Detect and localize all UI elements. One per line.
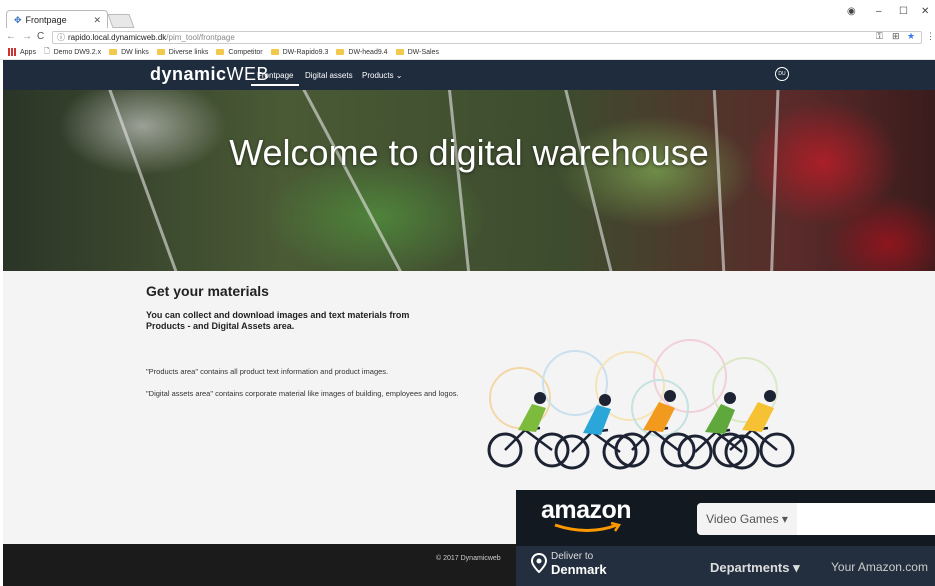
folder-icon <box>270 49 279 55</box>
folder-icon <box>109 49 118 55</box>
folder-icon <box>216 49 225 55</box>
folder-icon <box>156 49 165 55</box>
digital-assets-text: "Digital assets area" contains corporate… <box>146 389 459 398</box>
forward-icon[interactable]: → <box>22 31 32 42</box>
nav-products[interactable]: Products ⌄ <box>362 71 403 80</box>
products-area-text: "Products area" contains all product tex… <box>146 367 389 376</box>
bookmark-apps[interactable]: Apps <box>8 48 36 56</box>
amazon-smile-icon <box>554 522 622 532</box>
departments-menu[interactable]: Departments ▾ <box>710 560 800 576</box>
bookmark-star-icon[interactable]: ★ <box>907 31 915 42</box>
browser-tab[interactable]: ✥ Frontpage ✕ <box>6 10 108 29</box>
section-heading: Get your materials <box>146 283 269 299</box>
new-tab-button[interactable] <box>107 14 135 28</box>
cyclists-illustration <box>487 339 795 470</box>
profile-icon[interactable]: ◉ <box>847 6 856 17</box>
bookmark-competitor[interactable]: Competitor <box>216 49 263 56</box>
bookmark-dw-links[interactable]: DW links <box>109 49 149 56</box>
deliver-country[interactable]: Denmark <box>551 562 607 577</box>
hero-title: Welcome to digital warehouse <box>229 132 709 173</box>
copyright-text: © 2017 Dynamicweb <box>436 555 501 562</box>
folder-icon <box>336 49 345 55</box>
browser-tab-strip <box>0 0 935 29</box>
close-tab-icon[interactable]: ✕ <box>93 15 101 26</box>
location-pin-icon <box>531 553 547 573</box>
menu-icon[interactable]: ⋮ <box>926 31 935 42</box>
amazon-logo[interactable]: amazon <box>541 496 632 525</box>
maximize-icon[interactable]: ☐ <box>899 6 908 17</box>
tab-title: Frontpage <box>25 15 67 25</box>
minimize-icon[interactable]: – <box>876 6 882 17</box>
bookmark-dw-rapido[interactable]: DW-Rapido9.3 <box>270 49 328 56</box>
back-icon[interactable]: ← <box>6 31 16 42</box>
dynamicweb-logo[interactable]: dynamicWEB <box>150 64 269 85</box>
site-navbar <box>3 60 935 90</box>
search-category-select[interactable]: Video Games ▾ <box>697 503 797 535</box>
nav-frontpage[interactable]: Frontpage <box>250 71 301 86</box>
url-input[interactable]: ⓘ rapido.local.dynamicweb.dk/pim_tool/fro… <box>52 31 922 44</box>
nav-digital-assets[interactable]: Digital assets <box>305 71 353 80</box>
reload-icon[interactable]: C <box>37 31 44 42</box>
url-path: /pim_tool/frontpage <box>166 33 235 42</box>
close-window-icon[interactable]: ✕ <box>921 6 929 17</box>
deliver-to-label[interactable]: Deliver to <box>551 551 593 562</box>
your-amazon-link[interactable]: Your Amazon.com <box>831 560 928 574</box>
user-avatar[interactable]: DU <box>775 67 789 81</box>
bookmark-diverse-links[interactable]: Diverse links <box>156 49 208 56</box>
bookmark-demo[interactable]: 🗋 Demo DW9.2.x <box>44 47 101 58</box>
apps-grid-icon <box>8 48 16 56</box>
bookmark-dw-head[interactable]: DW-head9.4 <box>336 49 388 56</box>
key-icon[interactable]: ⚿ <box>876 31 883 42</box>
bookmarks-bar: Apps 🗋 Demo DW9.2.x DW links Diverse link… <box>0 45 935 60</box>
folder-icon <box>395 49 404 55</box>
url-host: rapido.local.dynamicweb.dk <box>68 33 167 42</box>
translate-icon[interactable]: ⊞ <box>892 31 900 42</box>
amazon-search-input[interactable] <box>797 503 935 535</box>
bookmark-dw-sales[interactable]: DW-Sales <box>395 49 439 56</box>
page-icon: 🗋 <box>43 47 50 55</box>
hero-image <box>3 90 935 271</box>
dynamicweb-favicon-icon: ✥ <box>14 14 22 25</box>
lead-text: You can collect and download images and … <box>146 310 410 331</box>
info-icon[interactable]: ⓘ <box>57 33 65 42</box>
